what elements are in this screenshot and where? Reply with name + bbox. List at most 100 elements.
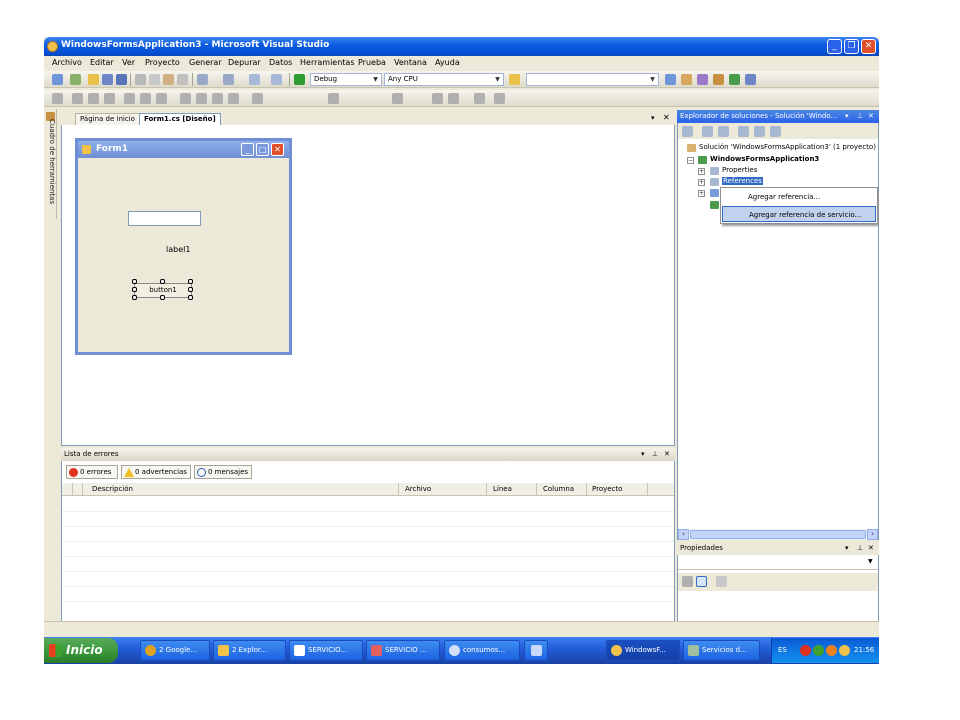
align-bottoms-icon[interactable]	[140, 93, 151, 104]
resize-handle[interactable]	[160, 295, 165, 300]
close-icon[interactable]: ✕	[868, 110, 874, 123]
properties-object-combo[interactable]: ▼	[678, 556, 878, 570]
show-all-files-icon[interactable]	[702, 126, 713, 137]
menu-depurar[interactable]: Depurar	[228, 58, 261, 67]
menu-generar[interactable]: Generar	[189, 58, 222, 67]
command-window-icon[interactable]	[745, 74, 756, 85]
language-indicator[interactable]: ES	[778, 638, 787, 663]
make-same-width-icon[interactable]	[180, 93, 191, 104]
lock-controls-icon[interactable]	[494, 93, 505, 104]
tray-icon[interactable]	[839, 645, 850, 656]
expand-icon[interactable]: +	[698, 190, 705, 197]
pin-icon[interactable]: ⊥	[652, 448, 658, 461]
save-all-icon[interactable]	[116, 74, 127, 85]
menu-herramientas[interactable]: Herramientas	[300, 58, 355, 67]
resize-handle[interactable]	[160, 279, 165, 284]
menu-archivo[interactable]: Archivo	[52, 58, 82, 67]
add-reference-item[interactable]: Agregar referencia...	[722, 189, 876, 205]
tab-start-page[interactable]: Página de inicio	[75, 113, 140, 125]
chevron-down-icon[interactable]: ▾	[641, 448, 645, 461]
new-project-icon[interactable]	[52, 74, 63, 85]
categorized-icon[interactable]	[682, 576, 693, 587]
tray-icon[interactable]	[800, 645, 811, 656]
properties-window-icon[interactable]	[681, 74, 692, 85]
size-to-grid-icon[interactable]	[228, 93, 239, 104]
tab-order-icon[interactable]	[474, 93, 485, 104]
messages-filter-button[interactable]: 0 mensajes	[194, 465, 252, 479]
make-same-size-icon[interactable]	[212, 93, 223, 104]
close-icon[interactable]: ✕	[664, 448, 670, 461]
tray-icon[interactable]	[826, 645, 837, 656]
add-item-icon[interactable]	[70, 74, 81, 85]
redo-icon[interactable]	[223, 74, 234, 85]
start-debugging-icon[interactable]	[294, 74, 305, 85]
column-description[interactable]: Descripción	[92, 483, 133, 496]
cut-icon[interactable]	[135, 74, 146, 85]
center-horizontally-icon[interactable]	[392, 93, 403, 104]
send-to-back-icon[interactable]	[448, 93, 459, 104]
menu-datos[interactable]: Datos	[269, 58, 292, 67]
toolbox-icon[interactable]	[713, 74, 724, 85]
undo-icon[interactable]	[197, 74, 208, 85]
properties-node[interactable]: Properties	[722, 166, 757, 174]
resize-handle[interactable]	[188, 279, 193, 284]
references-node[interactable]: References	[722, 177, 763, 185]
menu-proyecto[interactable]: Proyecto	[145, 58, 180, 67]
add-service-reference-item[interactable]: Agregar referencia de servicio...	[722, 206, 876, 222]
resize-handle[interactable]	[188, 295, 193, 300]
collapse-icon[interactable]: −	[687, 157, 694, 164]
taskbar-consumos[interactable]: consumos...	[444, 640, 520, 661]
start-page-icon[interactable]	[729, 74, 740, 85]
toolbox-label[interactable]: Cuadro de herramientas	[45, 119, 56, 219]
warnings-filter-button[interactable]: 0 advertencias	[121, 465, 191, 479]
errors-filter-button[interactable]: 0 errores	[66, 465, 118, 479]
delete-icon[interactable]	[177, 74, 188, 85]
pin-icon[interactable]: ⊥	[857, 542, 863, 555]
object-browser-icon[interactable]	[697, 74, 708, 85]
find-combo[interactable]: ▼	[526, 73, 659, 86]
align-middles-icon[interactable]	[124, 93, 135, 104]
view-code-icon[interactable]	[738, 126, 749, 137]
resize-handle[interactable]	[132, 287, 137, 292]
configuration-combo[interactable]: Debug ▼	[310, 73, 382, 86]
align-centers-icon[interactable]	[72, 93, 83, 104]
tray-icon[interactable]	[813, 645, 824, 656]
save-icon[interactable]	[102, 74, 113, 85]
maximize-button[interactable]: ❐	[844, 39, 859, 54]
scroll-right-icon[interactable]: ›	[867, 529, 878, 540]
taskbar-servicio-1[interactable]: SERVICIO...	[289, 640, 363, 661]
menu-ventana[interactable]: Ventana	[394, 58, 427, 67]
taskbar-app[interactable]	[524, 640, 548, 661]
start-button[interactable]: Inicio	[44, 638, 118, 663]
taskbar-servicios[interactable]: Servicios d...	[683, 640, 760, 661]
bring-to-front-icon[interactable]	[432, 93, 443, 104]
resize-handle[interactable]	[132, 295, 137, 300]
taskbar-servicio-2[interactable]: SERVICIO ...	[366, 640, 440, 661]
taskbar-explorer[interactable]: 2 Explor...	[213, 640, 286, 661]
align-lefts-icon[interactable]	[52, 93, 63, 104]
chevron-down-icon[interactable]: ▾	[845, 542, 849, 555]
solution-explorer-hscrollbar[interactable]: ‹ ›	[678, 529, 878, 540]
column-line[interactable]: Línea	[493, 483, 512, 496]
expand-icon[interactable]: +	[698, 179, 705, 186]
make-same-height-icon[interactable]	[196, 93, 207, 104]
clock[interactable]: 21:56	[854, 638, 874, 663]
title-bar[interactable]: WindowsFormsApplication3 - Microsoft Vis…	[44, 37, 879, 56]
open-folder-icon[interactable]	[88, 74, 99, 85]
alphabetical-icon[interactable]	[696, 576, 707, 587]
tab-list-chevron-icon[interactable]: ▾	[651, 114, 655, 122]
align-rights-icon[interactable]	[88, 93, 99, 104]
solution-explorer-icon[interactable]	[665, 74, 676, 85]
form1-designer[interactable]: Form1 _ □ ✕ label1 button1	[75, 138, 292, 355]
copy-icon[interactable]	[149, 74, 160, 85]
close-button[interactable]: ✕	[861, 39, 876, 54]
class-diagram-icon[interactable]	[770, 126, 781, 137]
find-in-files-icon[interactable]	[509, 74, 520, 85]
menu-prueba[interactable]: Prueba	[358, 58, 386, 67]
close-document-icon[interactable]: ✕	[663, 113, 670, 122]
form1-label[interactable]: label1	[166, 245, 190, 254]
chevron-down-icon[interactable]: ▾	[845, 110, 849, 123]
refresh-icon[interactable]	[718, 126, 729, 137]
column-file[interactable]: Archivo	[405, 483, 431, 496]
minimize-button[interactable]: _	[827, 39, 842, 54]
